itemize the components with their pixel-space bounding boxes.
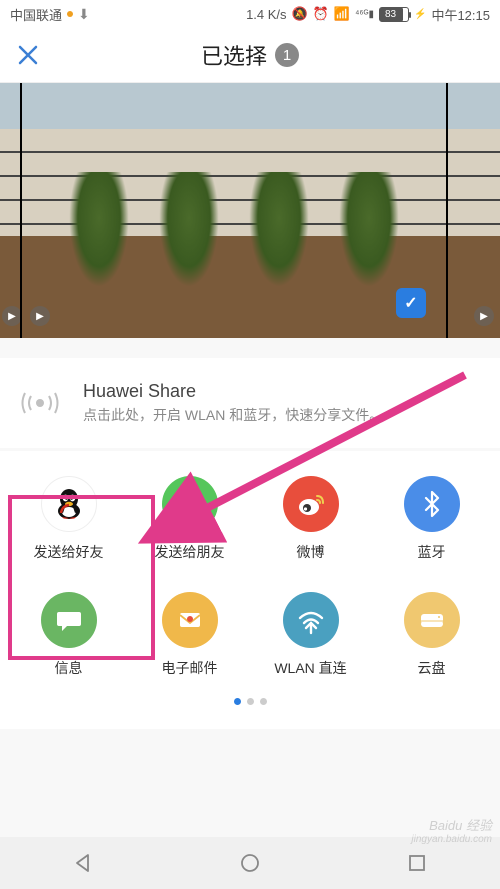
- share-item-sms[interactable]: 信息: [8, 592, 129, 678]
- page-dot-active: [234, 698, 241, 705]
- alarm-icon: ⏰: [313, 6, 329, 22]
- share-label: 发送给朋友: [155, 542, 225, 562]
- qq-icon: [41, 476, 97, 532]
- charging-icon: ⚡: [414, 9, 426, 20]
- status-right: 1.4 K/s 🔕 ⏰ 📶 ⁴⁶ᴳ▮ 83 ⚡ 中午12:15: [246, 5, 490, 24]
- clock-time: 中午12:15: [431, 5, 490, 24]
- selection-count-badge: 1: [275, 43, 299, 67]
- share-label: 微博: [297, 542, 325, 562]
- home-circle-icon: [239, 852, 261, 874]
- recent-square-icon: [407, 853, 427, 873]
- share-item-wlan-direct[interactable]: WLAN 直连: [250, 592, 371, 678]
- share-item-email[interactable]: 电子邮件: [129, 592, 250, 678]
- bluetooth-icon: [404, 476, 460, 532]
- nav-home-button[interactable]: [220, 852, 280, 874]
- share-item-wechat[interactable]: 发送给朋友: [129, 476, 250, 562]
- play-icon: ▶: [2, 306, 22, 326]
- selection-header: 已选择 1: [0, 28, 500, 83]
- close-button[interactable]: [0, 44, 56, 66]
- page-dot: [260, 698, 267, 705]
- share-label: 蓝牙: [418, 542, 446, 562]
- wifi-icon: 📶: [334, 6, 350, 22]
- share-label: WLAN 直连: [274, 658, 346, 678]
- huawei-share-text: Huawei Share 点击此处，开启 WLAN 和蓝牙，快速分享文件。: [83, 381, 485, 425]
- nav-back-button[interactable]: [53, 852, 113, 874]
- weibo-icon: [283, 476, 339, 532]
- selected-check-icon[interactable]: ✓: [396, 288, 426, 318]
- sms-icon: [41, 592, 97, 648]
- photo-prev-peek[interactable]: ▶: [0, 83, 22, 338]
- page-indicator: [0, 688, 500, 719]
- email-icon: [162, 592, 218, 648]
- mute-icon: 🔕: [292, 6, 308, 22]
- share-item-weibo[interactable]: 微博: [250, 476, 371, 562]
- play-icon: ▶: [474, 306, 494, 326]
- network-speed: 1.4 K/s: [246, 7, 286, 22]
- status-dot-icon: [67, 11, 73, 17]
- status-bar: 中国联通 ⬇ 1.4 K/s 🔕 ⏰ 📶 ⁴⁶ᴳ▮ 83 ⚡ 中午12:15: [0, 0, 500, 28]
- wlan-direct-icon: [283, 592, 339, 648]
- download-arrow-icon: ⬇: [78, 6, 90, 23]
- header-title-group: 已选择 1: [201, 39, 299, 71]
- photo-carousel[interactable]: ▶ ✓ ▶ ▶: [0, 83, 500, 338]
- photo-selected[interactable]: ✓ ▶: [22, 83, 448, 338]
- status-left: 中国联通 ⬇: [10, 5, 90, 24]
- header-title-text: 已选择: [201, 39, 267, 71]
- share-item-bluetooth[interactable]: 蓝牙: [371, 476, 492, 562]
- huawei-share-icon: [15, 378, 65, 428]
- share-item-qq[interactable]: 发送给好友: [8, 476, 129, 562]
- battery-icon: 83: [379, 7, 409, 22]
- share-item-cloud[interactable]: 云盘: [371, 592, 492, 678]
- share-label: 云盘: [418, 658, 446, 678]
- photo-next-peek[interactable]: ▶: [448, 83, 500, 338]
- huawei-share-subtitle: 点击此处，开启 WLAN 和蓝牙，快速分享文件。: [83, 405, 485, 425]
- share-label: 发送给好友: [34, 542, 104, 562]
- wechat-icon: [162, 476, 218, 532]
- share-sheet: 发送给好友 发送给朋友: [0, 451, 500, 729]
- huawei-share-banner[interactable]: Huawei Share 点击此处，开启 WLAN 和蓝牙，快速分享文件。: [0, 358, 500, 448]
- huawei-share-title: Huawei Share: [83, 381, 485, 402]
- nav-recent-button[interactable]: [387, 853, 447, 873]
- share-grid: 发送给好友 发送给朋友: [0, 466, 500, 688]
- play-icon: ▶: [30, 306, 50, 326]
- carrier-text: 中国联通: [10, 5, 62, 24]
- share-label: 信息: [55, 658, 83, 678]
- watermark-brand: Baidu 经验: [429, 818, 492, 833]
- close-icon: [17, 44, 39, 66]
- signal-icon: ⁴⁶ᴳ▮: [355, 9, 374, 20]
- share-label: 电子邮件: [162, 658, 218, 678]
- page-dot: [247, 698, 254, 705]
- back-triangle-icon: [72, 852, 94, 874]
- cloud-icon: [404, 592, 460, 648]
- android-nav-bar: [0, 837, 500, 889]
